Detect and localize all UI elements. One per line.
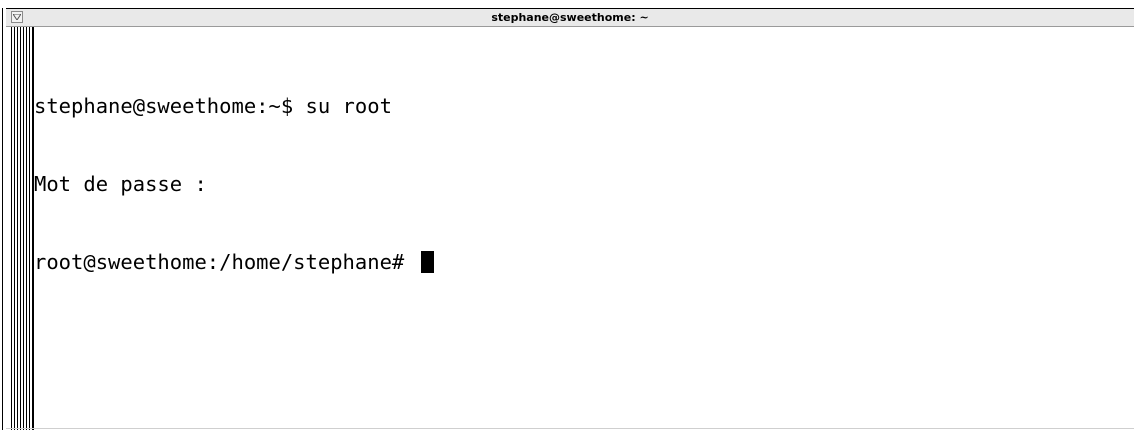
scrollbar[interactable] xyxy=(11,27,33,430)
terminal-line: stephane@sweethome:~$ su root xyxy=(34,94,392,118)
window-frame-left xyxy=(2,8,7,430)
terminal-output[interactable]: stephane@sweethome:~$ su root Mot de pas… xyxy=(34,41,1130,426)
window-title: stephane@sweethome: ~ xyxy=(491,11,649,24)
terminal-line-prompt: root@sweethome:/home/stephane# xyxy=(34,249,1130,275)
text-cursor xyxy=(420,251,434,273)
terminal-line: Mot de passe : xyxy=(34,172,207,196)
title-bar[interactable]: stephane@sweethome: ~ xyxy=(6,8,1134,27)
prompt-text: root@sweethome:/home/stephane# xyxy=(34,250,417,274)
window-bottom-edge xyxy=(6,428,1134,429)
